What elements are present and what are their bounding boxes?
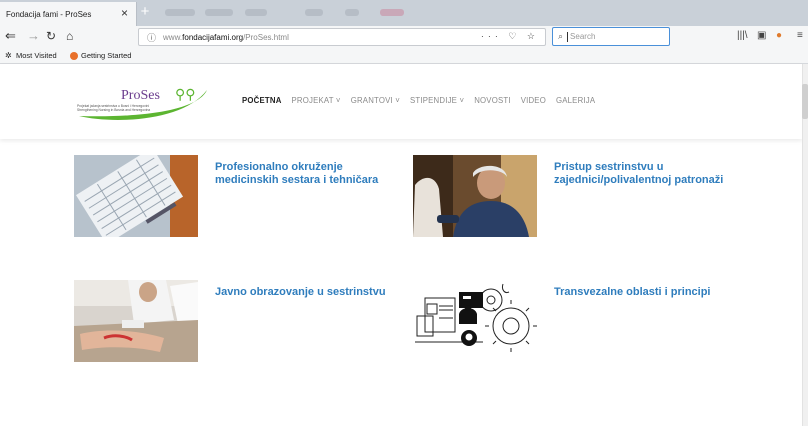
page-actions-icons[interactable]: ··· ♡ ☆ xyxy=(481,31,539,42)
card-image-transversal[interactable] xyxy=(413,280,537,362)
url-path: /ProSes.html xyxy=(243,32,289,42)
sidebar-icon[interactable]: ▣ xyxy=(757,30,766,41)
card-title-profesionalno[interactable]: Profesionalno okruženje medicinskih sest… xyxy=(215,161,405,187)
reload-icon[interactable]: ↻ xyxy=(46,28,56,44)
url-domain: fondacijafami.org xyxy=(182,32,244,42)
page-scrollbar[interactable] xyxy=(802,64,808,426)
home-icon[interactable]: ⌂ xyxy=(66,28,73,44)
background-tab[interactable] xyxy=(165,9,195,16)
background-tab[interactable] xyxy=(380,9,404,16)
card-title-javno[interactable]: Javno obrazovanje u sestrinstvu xyxy=(215,286,405,299)
card-image-patient[interactable] xyxy=(413,155,537,237)
bookmark-label: Getting Started xyxy=(81,51,132,60)
card-title-transvezalne[interactable]: Transvezalne oblasti i principi xyxy=(554,286,744,299)
browser-tab-bar: Fondacija fami - ProSes × + xyxy=(0,0,808,26)
scrollbar-thumb[interactable] xyxy=(802,84,808,119)
web-page: ProSes ⚲⚲ Projekat jačanja sestrinstva u… xyxy=(0,64,808,426)
menu-item-projekat[interactable]: PROJEKAT ˅ xyxy=(292,96,341,105)
background-tab[interactable] xyxy=(345,9,359,16)
proses-logo[interactable]: ProSes ⚲⚲ Projekat jačanja sestrinstva u… xyxy=(73,78,213,122)
card-title-pristup[interactable]: Pristup sestrinstvu u zajednici/polivale… xyxy=(554,161,744,187)
menu-item-novosti[interactable]: NOVOSTI xyxy=(474,96,511,105)
background-tab[interactable] xyxy=(305,9,323,16)
bookmark-getting-started[interactable]: Getting Started xyxy=(70,51,131,60)
search-icon: ⌕ xyxy=(558,31,564,41)
background-tab[interactable] xyxy=(205,9,233,16)
main-menu: POČETNA PROJEKAT ˅ GRANTOVI ˅ STIPENDIJE… xyxy=(242,96,605,105)
bookmark-label: Most Visited xyxy=(16,51,57,60)
library-icon[interactable]: |||\ xyxy=(737,30,748,41)
browser-toolbar: ⇐ → ↻ ⌂ ⓘ www. fondacijafami.org/ProSes.h… xyxy=(0,26,808,48)
url-prefix: www. xyxy=(163,32,183,42)
menu-item-stipendije[interactable]: STIPENDIJE ˅ xyxy=(410,96,464,105)
firefox-icon xyxy=(70,51,78,60)
menu-item-pocetna[interactable]: POČETNA xyxy=(242,96,282,105)
tab-title: Fondacija fami - ProSes xyxy=(6,9,92,19)
menu-item-video[interactable]: VIDEO xyxy=(521,96,546,105)
search-input[interactable]: ⌕ Search xyxy=(552,27,670,46)
browser-tab-active[interactable]: Fondacija fami - ProSes × xyxy=(0,2,137,26)
bookmark-most-visited[interactable]: ✲ Most Visited xyxy=(5,51,57,60)
forward-icon[interactable]: → xyxy=(27,28,40,44)
site-header: ProSes ⚲⚲ Projekat jačanja sestrinstva u… xyxy=(0,64,802,139)
tab-close-icon[interactable]: × xyxy=(121,7,128,19)
menu-icon[interactable]: ≡ xyxy=(797,30,803,41)
text-cursor xyxy=(567,31,569,42)
svg-text:ProSes: ProSes xyxy=(121,88,160,103)
menu-item-grantovi[interactable]: GRANTOVI ˅ xyxy=(351,96,400,105)
menu-item-galerija[interactable]: GALERIJA xyxy=(556,96,595,105)
back-icon[interactable]: ⇐ xyxy=(5,28,16,44)
svg-text:⚲⚲: ⚲⚲ xyxy=(175,86,196,102)
card-image-training[interactable] xyxy=(74,280,198,362)
card-image-documents[interactable] xyxy=(74,155,198,237)
extension-icon[interactable]: ● xyxy=(776,30,782,41)
svg-text:Strengthening Nursing in Bosni: Strengthening Nursing in Bosnia and Herz… xyxy=(77,108,150,112)
bookmarks-toolbar: ✲ Most Visited Getting Started xyxy=(0,48,808,64)
new-tab-button[interactable]: + xyxy=(138,4,152,22)
url-bar[interactable]: ⓘ www. fondacijafami.org/ProSes.html ··· … xyxy=(138,28,546,46)
background-tab[interactable] xyxy=(245,9,267,16)
search-placeholder: Search xyxy=(570,32,596,41)
gear-icon: ✲ xyxy=(5,50,12,60)
site-info-icon[interactable]: ⓘ xyxy=(147,31,156,44)
